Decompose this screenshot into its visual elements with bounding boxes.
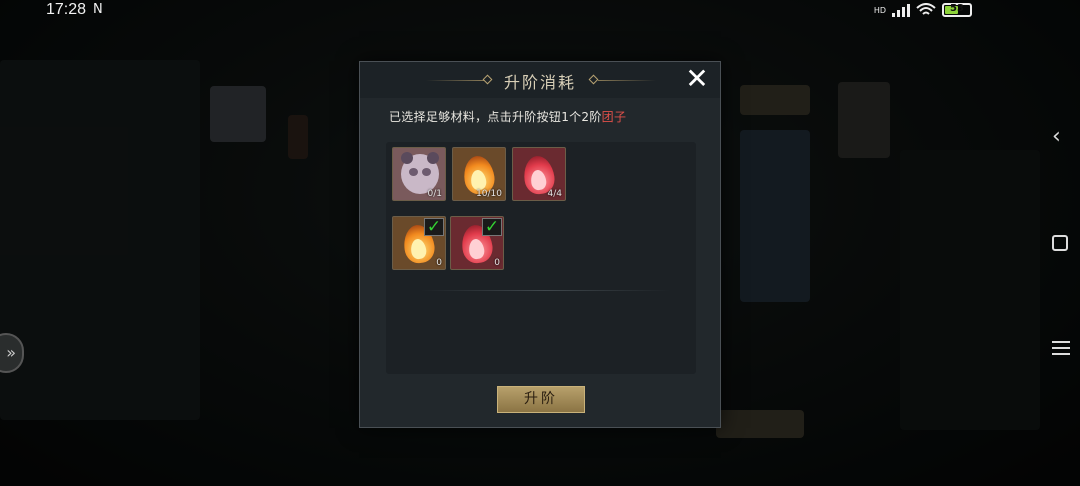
dialog-header: 升阶消耗 ✕: [360, 62, 720, 98]
item-count: 10/10: [476, 189, 502, 199]
row-divider: [420, 290, 670, 291]
status-bar: 17:28 N HD 53: [0, 0, 1080, 22]
item-count: 0/1: [427, 189, 442, 199]
description-text: 已选择足够材料，点击升阶按钮1个2阶: [389, 110, 602, 124]
required-item-slot[interactable]: 4/4: [512, 147, 566, 201]
dialog-description: 已选择足够材料，点击升阶按钮1个2阶团子: [389, 108, 626, 125]
required-item-slot[interactable]: 10/10: [452, 147, 506, 201]
checkmark-icon[interactable]: ✓: [424, 218, 444, 236]
battery-icon: 53: [942, 3, 972, 17]
checkmark-icon[interactable]: ✓: [482, 218, 502, 236]
title-ornament-right: [598, 80, 656, 81]
upgrade-cost-dialog: 升阶消耗 ✕ 已选择足够材料，点击升阶按钮1个2阶团子 0/1 10/10 4/…: [359, 61, 721, 428]
dialog-title: 升阶消耗: [503, 73, 576, 92]
description-highlight: 团子: [601, 110, 627, 124]
signal-icon: [892, 3, 910, 17]
menu-icon[interactable]: [1052, 337, 1070, 359]
item-count: 0: [436, 258, 442, 268]
battery-level: 53: [950, 3, 964, 14]
item-count: 0: [494, 258, 500, 268]
selected-item-slot[interactable]: ✓ 0: [392, 216, 446, 270]
required-item-slot[interactable]: 0/1: [392, 147, 446, 201]
close-icon: ✕: [685, 62, 709, 95]
game-screen: 17:28 N HD 53 ‹ » 升阶消耗 ✕ 已选择足够材料，点击升阶按钮1…: [0, 0, 1080, 486]
status-icons: HD 53: [874, 3, 972, 17]
status-time: 17:28: [46, 1, 87, 18]
close-button[interactable]: ✕: [684, 65, 710, 93]
upgrade-button[interactable]: 升阶: [497, 386, 585, 413]
system-nav-bar: ‹: [1040, 0, 1080, 486]
selected-item-slot[interactable]: ✓ 0: [450, 216, 504, 270]
back-icon[interactable]: ‹: [1052, 124, 1061, 149]
wifi-icon: [916, 3, 936, 15]
item-count: 4/4: [547, 189, 562, 199]
notification-icon: N: [93, 2, 103, 17]
home-icon[interactable]: [1052, 235, 1068, 251]
network-type-label: HD: [873, 5, 886, 15]
materials-panel: 0/1 10/10 4/4 ✓ 0 ✓ 0: [386, 142, 696, 374]
